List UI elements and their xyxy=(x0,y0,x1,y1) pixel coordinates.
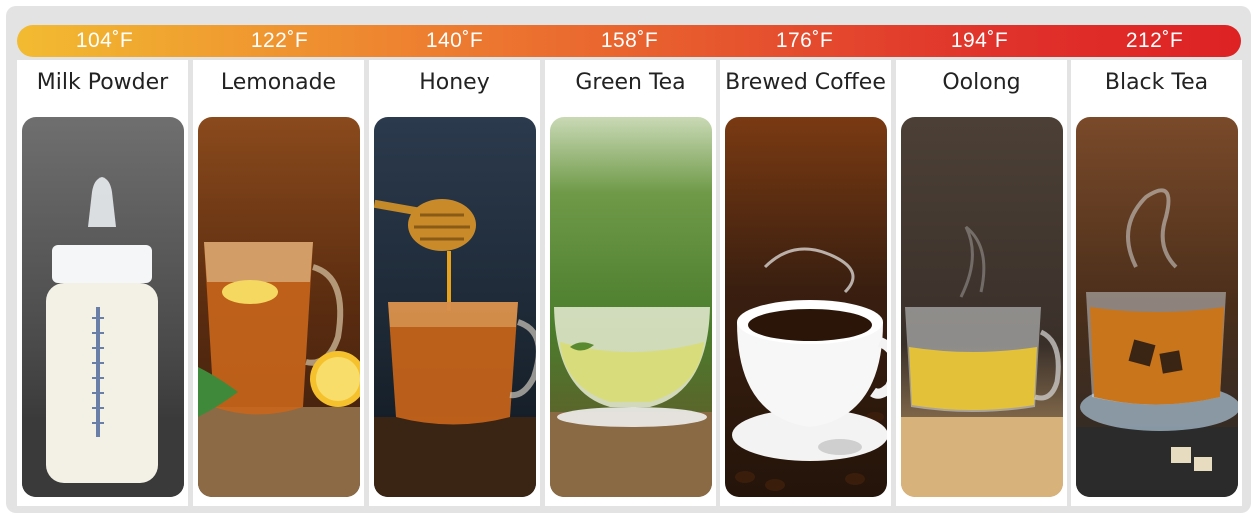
temperature-gradient-bar: 104˚F 122˚F 140˚F 158˚F 176˚F 194˚F 212˚… xyxy=(17,25,1241,57)
drink-label: Green Tea xyxy=(575,70,686,95)
temp-label-2: 122˚F xyxy=(250,29,309,52)
temp-label-3: 140˚F xyxy=(425,29,484,52)
honey-tea-photo xyxy=(374,117,536,497)
black-tea-photo xyxy=(1076,117,1238,497)
drink-label: Brewed Coffee xyxy=(725,70,886,95)
temp-label-7: 212˚F xyxy=(1125,29,1184,52)
drink-panel-green-tea: Green Tea xyxy=(545,60,716,506)
drink-panel-lemonade: Lemonade xyxy=(193,60,364,506)
oolong-tea-photo xyxy=(901,117,1063,497)
drink-label: Milk Powder xyxy=(36,70,169,95)
drink-label: Lemonade xyxy=(220,70,337,95)
drink-panel-oolong: Oolong xyxy=(896,60,1067,506)
drink-label: Oolong xyxy=(942,70,1021,95)
drink-panel-honey: Honey xyxy=(369,60,540,506)
drink-panel-black-tea: Black Tea xyxy=(1071,60,1242,506)
temp-label-1: 104˚F xyxy=(75,29,134,52)
temp-label-5: 176˚F xyxy=(775,29,834,52)
drink-panel-milk-powder: Milk Powder xyxy=(17,60,188,506)
drink-label: Honey xyxy=(419,70,490,95)
temp-label-6: 194˚F xyxy=(950,29,1009,52)
green-tea-photo xyxy=(550,117,712,497)
drink-label: Black Tea xyxy=(1104,70,1209,95)
baby-bottle-photo xyxy=(22,117,184,497)
coffee-cup-photo xyxy=(725,117,887,497)
temp-label-4: 158˚F xyxy=(600,29,659,52)
lemon-tea-photo xyxy=(198,117,360,497)
drink-panel-brewed-coffee: Brewed Coffee xyxy=(720,60,891,506)
